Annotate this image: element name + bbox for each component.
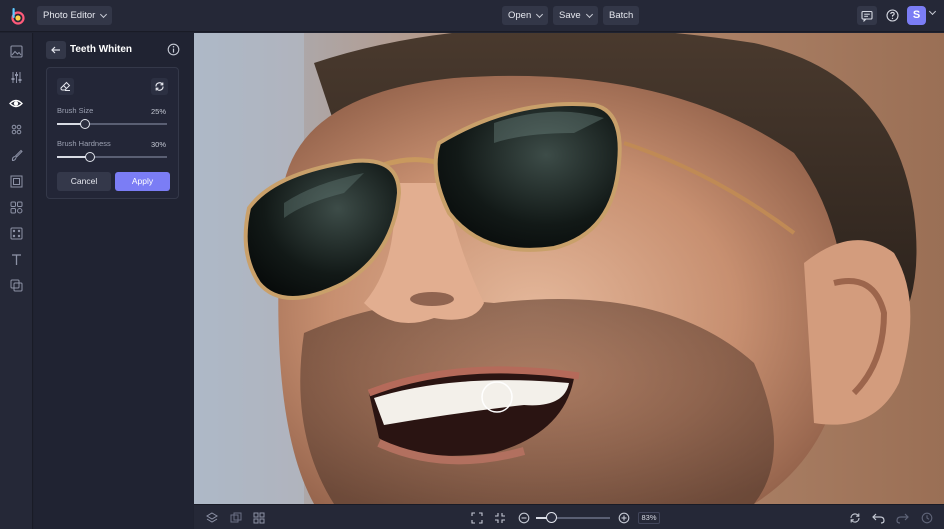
panel-title: Teeth Whiten <box>70 44 133 55</box>
brush-size-slider[interactable] <box>57 119 167 129</box>
panel-header: Teeth Whiten <box>46 41 186 59</box>
slider-handle[interactable] <box>80 119 90 129</box>
layers-icon[interactable] <box>8 277 24 293</box>
photo-image <box>194 33 944 504</box>
save-label: Save <box>559 10 581 21</box>
zoom-out-icon[interactable] <box>516 510 531 525</box>
brush-settings-card: Brush Size 25% Brush Hardness 30% Cancel… <box>46 67 179 199</box>
actual-size-icon[interactable] <box>492 510 507 525</box>
adjust-icon[interactable] <box>8 69 24 85</box>
zoom-in-icon[interactable] <box>616 510 631 525</box>
layers-stack-icon[interactable] <box>204 510 219 525</box>
user-avatar[interactable]: S <box>907 6 926 25</box>
batch-button[interactable]: Batch <box>603 6 640 25</box>
chevron-down-icon <box>585 10 593 18</box>
feedback-button[interactable] <box>857 6 877 25</box>
tool-rail <box>0 33 33 529</box>
brush-hardness-slider[interactable] <box>57 152 167 162</box>
reset-icon <box>155 82 164 91</box>
frame-icon[interactable] <box>8 173 24 189</box>
cancel-button[interactable]: Cancel <box>57 172 111 191</box>
brush-hardness-label: Brush Hardness <box>57 139 111 148</box>
effects-icon[interactable] <box>8 121 24 137</box>
redo-icon[interactable] <box>895 510 910 525</box>
eraser-icon <box>60 81 71 91</box>
apply-button[interactable]: Apply <box>115 172 170 191</box>
history-icon[interactable] <box>919 510 934 525</box>
compare-icon[interactable] <box>228 510 243 525</box>
back-button[interactable] <box>46 41 66 59</box>
texture-icon[interactable] <box>8 225 24 241</box>
info-icon[interactable] <box>167 43 180 61</box>
undo-icon[interactable] <box>871 510 886 525</box>
chevron-down-icon <box>536 10 544 18</box>
app-switcher-label: Photo Editor <box>43 10 96 21</box>
bottom-bar: 83% <box>194 504 944 529</box>
zoom-slider[interactable] <box>536 512 610 523</box>
help-button[interactable] <box>882 6 902 25</box>
photo-icon[interactable] <box>8 43 24 59</box>
open-label: Open <box>508 10 532 21</box>
teeth-whiten-panel: Teeth Whiten Brush Size 25% Brush Hardne… <box>34 33 193 529</box>
elements-icon[interactable] <box>8 199 24 215</box>
brush-icon[interactable] <box>8 147 24 163</box>
fit-screen-icon[interactable] <box>469 510 484 525</box>
text-icon[interactable] <box>8 251 24 267</box>
brush-size-label: Brush Size <box>57 106 94 115</box>
rotate-icon[interactable] <box>847 510 862 525</box>
help-icon <box>885 9 899 22</box>
open-menu-button[interactable]: Open <box>502 6 549 25</box>
chevron-down-icon[interactable] <box>928 7 937 16</box>
eraser-button[interactable] <box>57 78 74 95</box>
reset-button[interactable] <box>151 78 168 95</box>
brush-hardness-value: 30% <box>151 140 167 149</box>
slider-handle[interactable] <box>545 512 557 523</box>
brush-size-value: 25% <box>151 107 167 116</box>
eye-icon[interactable] <box>8 95 24 111</box>
save-menu-button[interactable]: Save <box>553 6 598 25</box>
chat-icon <box>861 10 873 22</box>
app-logo-icon[interactable] <box>8 6 28 26</box>
app-switcher-dropdown[interactable]: Photo Editor <box>37 6 113 25</box>
photo-canvas[interactable] <box>194 33 944 504</box>
batch-label: Batch <box>609 10 634 21</box>
zoom-percentage[interactable]: 83% <box>638 512 660 524</box>
chevron-down-icon <box>100 10 108 18</box>
top-bar: Photo Editor Open Save Batch S <box>0 0 944 32</box>
arrow-left-icon <box>51 46 60 54</box>
grid-icon[interactable] <box>251 510 266 525</box>
slider-handle[interactable] <box>85 152 95 162</box>
